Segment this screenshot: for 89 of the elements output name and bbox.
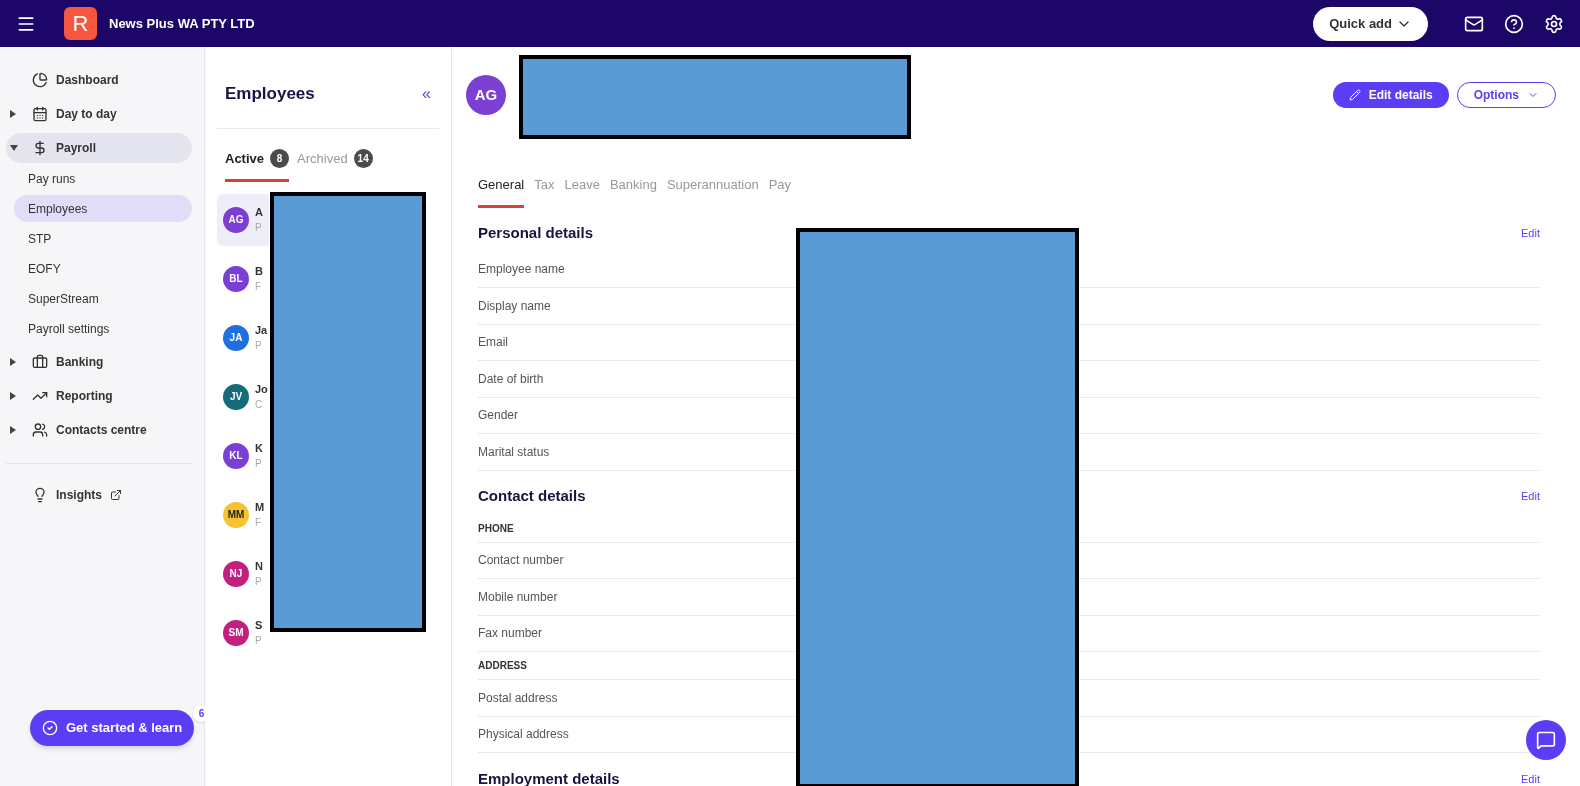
employee-row[interactable]: BL B F xyxy=(217,252,269,305)
avatar: MM xyxy=(223,501,249,528)
collapse-button[interactable]: « xyxy=(422,81,431,106)
dollar-icon xyxy=(32,140,48,156)
employee-row[interactable]: SM S P xyxy=(217,606,269,659)
employee-name: M xyxy=(255,499,265,515)
nav-item[interactable]: Day to day xyxy=(6,99,192,129)
calendar-icon xyxy=(32,106,48,122)
nav-item[interactable]: Payroll xyxy=(6,133,192,163)
settings-icon[interactable] xyxy=(1544,13,1564,34)
employee-name: Ja xyxy=(255,322,268,338)
caret-icon xyxy=(10,392,16,400)
section-title: Contact details xyxy=(478,486,586,507)
field-label: Date of birth xyxy=(478,370,544,388)
employee-row[interactable]: KL K P xyxy=(217,429,269,482)
field-label: Fax number xyxy=(478,625,543,643)
avatar: AG xyxy=(466,75,506,115)
nav-subitem[interactable]: Payroll settings xyxy=(14,315,192,342)
employee-type: P xyxy=(255,339,263,354)
nav-item[interactable]: Contacts centre xyxy=(6,415,192,445)
chat-icon xyxy=(1536,730,1556,750)
caret-icon xyxy=(10,358,16,366)
help-icon[interactable] xyxy=(1504,13,1524,34)
edit-link[interactable]: Edit xyxy=(1521,225,1540,242)
section-title: Employment details xyxy=(478,768,620,786)
employee-type: P xyxy=(255,575,263,590)
company-name: News Plus WA PTY LTD xyxy=(109,14,255,33)
filter-tab[interactable]: Archived 14 xyxy=(297,149,373,182)
field-label: Employee name xyxy=(478,261,565,279)
chat-button[interactable] xyxy=(1526,720,1566,760)
field-label: Display name xyxy=(478,297,551,315)
employee-type: F xyxy=(255,516,263,531)
filter-tab[interactable]: Active 8 xyxy=(225,149,290,182)
nav-item[interactable]: Reporting xyxy=(6,381,192,411)
employee-row[interactable]: NJ N P xyxy=(217,547,269,600)
field-label: Mobile number xyxy=(478,588,558,606)
pencil-icon xyxy=(1348,89,1361,101)
field-label: Email xyxy=(478,334,508,352)
edit-details-button[interactable]: Edit details xyxy=(1332,82,1449,108)
quick-add-button[interactable]: Quick add xyxy=(1313,6,1428,41)
field-label: Contact number xyxy=(478,552,564,570)
avatar: KL xyxy=(223,442,249,469)
employee-name: N xyxy=(255,558,263,574)
employee-row[interactable]: AG A P xyxy=(217,193,269,246)
check-icon xyxy=(42,720,58,736)
pie-chart-icon xyxy=(32,72,48,88)
employee-name: K xyxy=(255,440,263,456)
avatar: AG xyxy=(223,206,249,233)
employee-row[interactable]: JA Ja P xyxy=(217,311,269,364)
field-label: Marital status xyxy=(478,443,550,461)
avatar: BL xyxy=(223,265,249,292)
caret-icon xyxy=(10,426,16,434)
caret-icon xyxy=(10,145,18,151)
avatar: SM xyxy=(223,619,249,646)
external-link-icon xyxy=(110,489,122,501)
nav-item[interactable]: Insights xyxy=(6,480,192,510)
employee-type: P xyxy=(255,221,263,236)
nav-item[interactable]: Dashboard xyxy=(6,65,192,95)
employee-name: S xyxy=(255,617,263,633)
get-started-button[interactable]: Get started & learn xyxy=(30,710,195,746)
avatar: NJ xyxy=(223,560,249,587)
employee-type: F xyxy=(255,280,263,295)
field-label: Postal address xyxy=(478,689,558,707)
avatar: JV xyxy=(223,383,249,410)
section-title: Personal details xyxy=(478,223,594,244)
employee-row[interactable]: JV Jo C xyxy=(217,370,269,423)
caret-icon xyxy=(10,110,16,118)
edit-link[interactable]: Edit xyxy=(1521,770,1540,786)
lightbulb-icon xyxy=(32,487,48,503)
people-icon xyxy=(32,422,48,438)
employee-type: P xyxy=(255,634,263,649)
nav-subitem[interactable]: SuperStream xyxy=(14,285,192,312)
employee-name: Jo xyxy=(255,381,268,397)
employee-type: P xyxy=(255,457,263,472)
field-label: Physical address xyxy=(478,726,569,744)
detail-tab[interactable]: General xyxy=(478,175,525,208)
nav-subitem[interactable]: Pay runs xyxy=(14,165,192,192)
briefcase-icon xyxy=(32,354,48,370)
nav-item[interactable]: Banking xyxy=(6,347,192,377)
avatar: JA xyxy=(223,324,249,351)
nav-subitem[interactable]: STP xyxy=(14,225,192,252)
employee-type: C xyxy=(255,398,264,413)
nav-subitem[interactable]: Employees xyxy=(14,195,192,222)
edit-link[interactable]: Edit xyxy=(1521,488,1540,505)
panel-title: Employees xyxy=(225,82,315,105)
employee-name: B xyxy=(255,263,263,279)
nav-subitem[interactable]: EOFY xyxy=(14,255,192,282)
employee-name: A xyxy=(255,204,263,220)
field-label: Gender xyxy=(478,407,519,425)
